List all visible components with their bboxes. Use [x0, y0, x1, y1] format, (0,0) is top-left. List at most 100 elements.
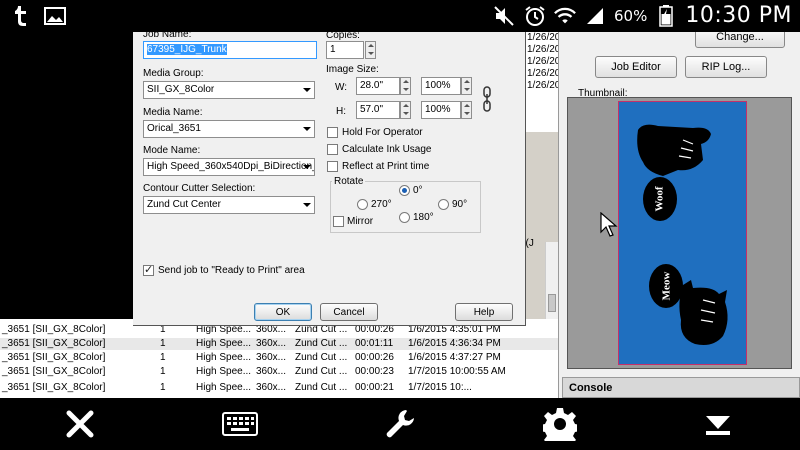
- thumbnail-image: Woof Meow: [618, 101, 747, 365]
- remote-desktop: 1/26/20 1/26/20 1/26/20 1/26/20 1/26/20 …: [0, 32, 800, 398]
- row-copies: 1: [160, 366, 166, 377]
- stepper-down-icon[interactable]: [401, 110, 410, 118]
- chevron-down-icon: [303, 88, 311, 92]
- rotate-0-label: 0°: [413, 185, 423, 196]
- row-time: 00:00:26: [355, 352, 394, 363]
- media-group-select[interactable]: SII_GX_8Color: [143, 81, 315, 99]
- width-percent-value: 100%: [425, 80, 451, 91]
- width-input[interactable]: 28.0": [356, 77, 400, 95]
- width-percent-stepper[interactable]: [461, 77, 472, 95]
- media-group-value: SII_GX_8Color: [147, 84, 215, 95]
- status-bar: 60% 10:30 PM: [0, 0, 800, 32]
- table-row[interactable]: _3651 [SII_GX_8Color] 1 High Spee... 360…: [0, 338, 558, 350]
- send-ready-checkbox[interactable]: [143, 263, 154, 276]
- row-cutter: Zund Cut ...: [295, 352, 348, 363]
- contour-cutter-select[interactable]: Zund Cut Center: [143, 196, 315, 214]
- row-res: 360x...: [256, 338, 287, 349]
- table-row[interactable]: _3651 [SII_GX_8Color] 1 High Spee... 360…: [0, 352, 558, 364]
- rotate-0-radio[interactable]: [399, 185, 410, 196]
- wifi-icon: [554, 5, 576, 27]
- mirror-label: Mirror: [347, 216, 374, 227]
- media-name-value: Orical_3651: [147, 123, 201, 134]
- wrench-icon: [386, 410, 414, 438]
- row-mode: High Spee...: [196, 366, 252, 377]
- copies-stepper[interactable]: [365, 41, 376, 59]
- height-value: 57.0": [360, 104, 384, 115]
- stepper-up-icon[interactable]: [366, 42, 375, 50]
- settings-button[interactable]: [540, 406, 580, 442]
- mode-name-select[interactable]: High Speed_360x540Dpi_BiDirection_me: [143, 158, 315, 176]
- date-column: 1/26/20 1/26/20 1/26/20 1/26/20 1/26/20: [526, 32, 561, 132]
- row-res: 360x...: [256, 352, 287, 363]
- row-name: _3651 [SII_GX_8Color]: [2, 352, 106, 363]
- height-percent-value: 100%: [425, 104, 451, 115]
- media-name-select[interactable]: Orical_3651: [143, 120, 315, 138]
- console-header[interactable]: Console: [562, 377, 800, 398]
- height-input[interactable]: 57.0": [356, 101, 400, 119]
- tumblr-icon: [10, 5, 32, 27]
- table-row[interactable]: _3651 [SII_GX_8Color] 1 High Spee... 360…: [0, 366, 558, 378]
- chevron-down-icon: [303, 165, 311, 169]
- battery-icon: [655, 4, 677, 27]
- send-ready-label: Send job to "Ready to Print" area: [158, 265, 305, 276]
- tools-button[interactable]: [380, 406, 420, 442]
- collapse-down-icon: [706, 416, 730, 435]
- date-cell: 1/26/20: [527, 68, 561, 79]
- scroll-thumb[interactable]: [548, 294, 556, 312]
- link-aspect-icon[interactable]: [482, 86, 492, 112]
- list-scrollbar[interactable]: [545, 242, 558, 319]
- ok-button[interactable]: OK: [254, 303, 312, 321]
- stepper-up-icon[interactable]: [462, 102, 471, 110]
- hide-toolbar-button[interactable]: [698, 406, 738, 442]
- cat-silhouette-icon: [679, 280, 728, 345]
- cancel-button[interactable]: Cancel: [320, 303, 378, 321]
- close-button[interactable]: [60, 406, 100, 442]
- rotate-180-radio[interactable]: [399, 212, 410, 223]
- height-percent-stepper[interactable]: [461, 101, 472, 119]
- job-name-input[interactable]: 67395_IJG_Trunk: [143, 41, 317, 59]
- rip-log-button[interactable]: RIP Log...: [685, 56, 767, 78]
- image-size-label: Image Size:: [326, 64, 379, 75]
- keyboard-button[interactable]: [220, 406, 260, 442]
- job-editor-button[interactable]: Job Editor: [595, 56, 677, 78]
- height-stepper[interactable]: [400, 101, 411, 119]
- stepper-up-icon[interactable]: [401, 102, 410, 110]
- table-row[interactable]: _3651 [SII_GX_8Color] 1 High Spee... 360…: [0, 382, 558, 394]
- rotate-270-label: 270°: [371, 199, 392, 210]
- help-button[interactable]: Help: [455, 303, 513, 321]
- mirror-checkbox[interactable]: [333, 216, 344, 227]
- height-percent-input[interactable]: 100%: [421, 101, 461, 119]
- contour-cutter-value: Zund Cut Center: [147, 199, 221, 210]
- rotate-90-radio[interactable]: [438, 199, 449, 210]
- date-cell: 1/26/20: [527, 32, 561, 43]
- row-time: 00:00:23: [355, 366, 394, 377]
- stepper-down-icon[interactable]: [462, 110, 471, 118]
- stepper-up-icon[interactable]: [462, 78, 471, 86]
- row-cutter: Zund Cut ...: [295, 382, 348, 393]
- rotate-270-radio[interactable]: [357, 199, 368, 210]
- copies-input[interactable]: 1: [326, 41, 364, 59]
- stepper-down-icon[interactable]: [401, 86, 410, 94]
- width-stepper[interactable]: [400, 77, 411, 95]
- copies-value: 1: [330, 44, 336, 55]
- mute-icon: [494, 5, 516, 27]
- mouse-cursor-icon: [600, 212, 618, 237]
- width-percent-input[interactable]: 100%: [421, 77, 461, 95]
- media-group-label: Media Group:: [143, 68, 204, 79]
- copies-label: Copies:: [326, 32, 360, 41]
- stepper-down-icon[interactable]: [366, 50, 375, 58]
- media-name-label: Media Name:: [143, 107, 203, 118]
- stepper-down-icon[interactable]: [462, 86, 471, 94]
- row-copies: 1: [160, 382, 166, 393]
- hold-for-operator-checkbox[interactable]: [327, 127, 338, 138]
- woof-bubble: Woof: [643, 177, 677, 221]
- change-button[interactable]: Change...: [695, 32, 785, 48]
- calculate-ink-checkbox[interactable]: [327, 144, 338, 155]
- reflect-checkbox[interactable]: [327, 161, 338, 172]
- alarm-icon: [524, 5, 546, 27]
- stepper-up-icon[interactable]: [401, 78, 410, 86]
- row-res: 360x...: [256, 366, 287, 377]
- row-time: 00:00:21: [355, 382, 394, 393]
- row-name: _3651 [SII_GX_8Color]: [2, 338, 106, 349]
- row-cutter: Zund Cut ...: [295, 338, 348, 349]
